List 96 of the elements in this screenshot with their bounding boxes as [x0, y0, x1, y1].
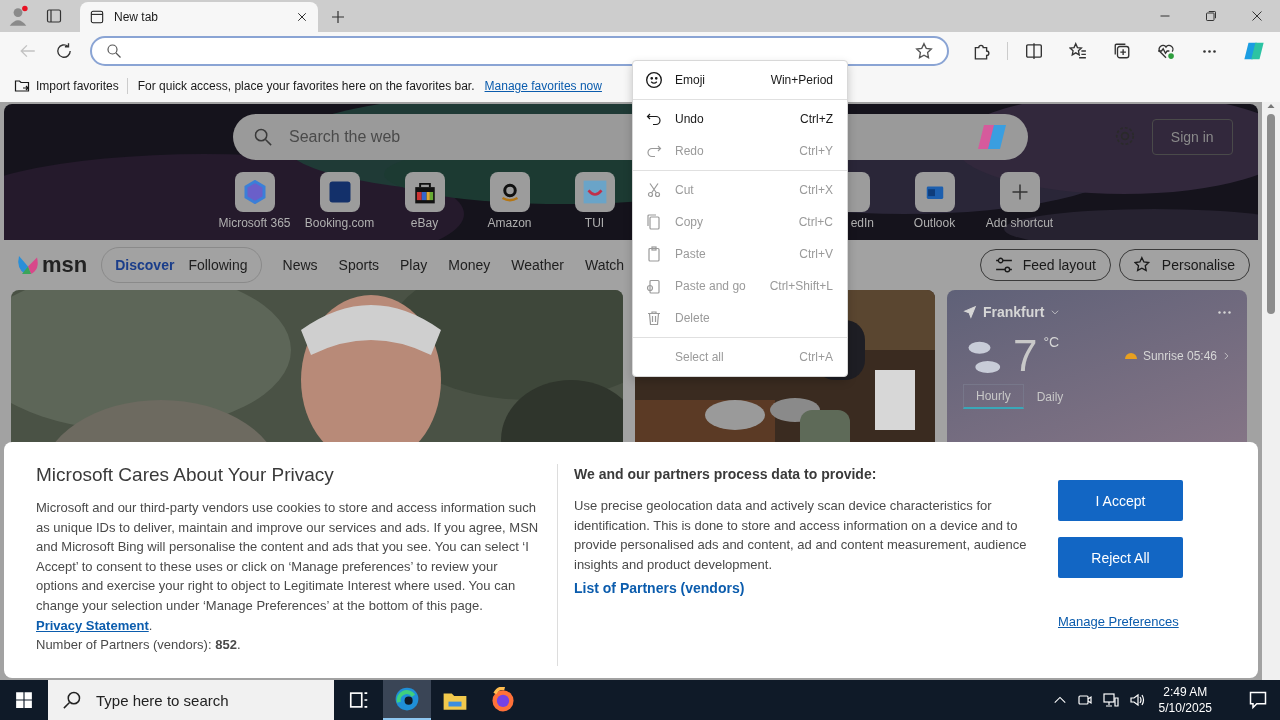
windows-icon — [15, 691, 33, 709]
privacy-statement-link[interactable]: Privacy Statement — [36, 617, 149, 633]
city-name[interactable]: Frankfurt — [983, 304, 1045, 320]
volume-icon — [1128, 692, 1145, 708]
new-tab-page-icon — [90, 10, 104, 24]
star-brush-icon — [1133, 256, 1152, 274]
address-field[interactable] — [89, 36, 949, 66]
heart-pulse-icon — [1157, 42, 1175, 60]
privacy-title: Microsoft Cares About Your Privacy — [36, 464, 335, 486]
import-favorites-button[interactable]: Import favorites — [14, 78, 128, 94]
chevron-down-icon — [1050, 307, 1061, 317]
shortcut-tile[interactable] — [319, 172, 360, 212]
collections-icon — [1113, 42, 1131, 60]
search-icon — [253, 127, 273, 147]
folder-import-icon — [14, 78, 30, 94]
shortcut-label: Amazon — [487, 216, 532, 230]
nav-link[interactable]: Sports — [338, 257, 380, 273]
hexagon-logo-icon — [242, 180, 267, 204]
task-view-icon — [348, 689, 370, 711]
msn-logo-text: msn — [42, 252, 88, 278]
partners-count: Number of Partners (vendors): 852. — [36, 636, 242, 655]
manage-preferences-link[interactable]: Manage Preferences — [1058, 614, 1183, 629]
undo-icon — [646, 111, 662, 127]
taskbar-app[interactable] — [383, 680, 431, 720]
shortcut-tile[interactable] — [574, 172, 615, 212]
refresh-icon — [54, 42, 73, 60]
notifications-icon — [1248, 690, 1268, 710]
favorites-icon — [1069, 42, 1087, 60]
shortcut-label: TUI — [584, 216, 605, 230]
copilot-icon — [1243, 40, 1265, 62]
shortcut-tile[interactable] — [999, 172, 1040, 212]
taskbar-search-field[interactable]: Type here to search — [48, 680, 334, 720]
sliders-icon — [994, 256, 1013, 274]
edge-browser-icon — [394, 686, 420, 712]
camera-icon — [1076, 692, 1093, 708]
manage-favorites-link[interactable]: Manage favorites now — [484, 79, 602, 93]
scroll-up-icon — [1267, 102, 1275, 110]
purposes-text: Use precise geolocation data and actively scan device characteristics for identification. This is done to store and access information on a device and to provide personalised ads and content, ad and content measurement, audience insights and product development. — [574, 497, 1028, 574]
sign-in-button[interactable]: Sign in — [1151, 119, 1233, 155]
scrollbar-thumb[interactable] — [1267, 114, 1275, 314]
accept-button[interactable]: I Accept — [1058, 480, 1183, 521]
browser-tab[interactable]: New tab — [80, 2, 318, 32]
firefox-browser-icon — [490, 687, 516, 713]
scissors-icon — [646, 182, 662, 198]
search-icon — [105, 43, 122, 59]
reject-button[interactable]: Reject All — [1058, 537, 1183, 578]
shortcut-tile[interactable] — [489, 172, 530, 212]
split-screen-icon — [1025, 42, 1043, 60]
clipboard-icon — [646, 246, 662, 262]
sunrise-time: Sunrise 05:46 — [1142, 349, 1217, 363]
menu-item[interactable]: Emoji Win+Period — [633, 64, 847, 96]
restore-icon — [1205, 10, 1217, 22]
back-icon — [18, 42, 37, 60]
smiley-icon — [645, 71, 663, 89]
close-icon — [1251, 10, 1263, 22]
partners-list-link[interactable]: List of Partners (vendors) — [574, 580, 745, 597]
shortcut-label: Add shortcut — [985, 216, 1054, 230]
chevron-right-icon — [1221, 351, 1231, 361]
nav-link[interactable]: News — [282, 257, 318, 273]
nav-link[interactable]: Money — [448, 257, 491, 273]
location-arrow-icon — [963, 305, 977, 319]
feed-tab[interactable]: Discover — [108, 257, 182, 273]
nav-link[interactable]: Watch — [584, 257, 625, 273]
network-icon — [1102, 692, 1119, 708]
tab-actions-icon — [46, 8, 62, 24]
favorites-hint: For quick access, place your favorites here on the favorites bar. — [137, 79, 475, 93]
privacy-text: Microsoft and our third-party vendors use cookies to store and access information such as unique IDs to deliver, maintain and improve our services and ads. If you agree, MSN and Microsoft Bing will personalise the content and ads that you see. You can select ‘I Accept’ to consent to these uses or click on ‘Manage preferences’ to review your options and exercise your right to object to Legitimate Interest where used. You can change your selection under ‘Manage Preferences’ at the bottom of this page. Privacy Statement. — [36, 499, 540, 635]
shortcut-label: edIn — [850, 216, 875, 230]
shortcut-tile[interactable] — [914, 172, 955, 212]
more-icon[interactable] — [1202, 49, 1218, 53]
redo-icon — [646, 143, 662, 159]
temperature: 7 — [1013, 334, 1038, 378]
temperature-unit: °C — [1043, 334, 1060, 350]
shortcut-label: Booking.com — [304, 216, 375, 230]
clock-time[interactable]: 2:49 AM — [1163, 684, 1208, 700]
search-icon — [62, 690, 82, 710]
new-tab-icon — [330, 9, 346, 25]
nav-link[interactable]: Play — [400, 257, 428, 273]
shortcut-label: Outlook — [913, 216, 956, 230]
puzzle-icon — [972, 42, 990, 60]
clock-date[interactable]: 5/10/2025 — [1158, 700, 1212, 716]
shortcut-label: Microsoft 365 — [218, 216, 291, 230]
shortcut-label: eBay — [410, 216, 439, 230]
trash-icon — [646, 310, 662, 326]
nav-link[interactable]: Weather — [511, 257, 564, 273]
profile-icon — [7, 5, 29, 27]
smile-logo-icon — [581, 179, 608, 205]
star-icon — [915, 42, 933, 60]
copy-icon — [646, 214, 662, 230]
purposes-title: We and our partners process data to provide: — [574, 466, 878, 482]
feed-tab[interactable]: Following — [181, 257, 255, 273]
close-icon — [296, 11, 308, 23]
clipboard-search-icon — [646, 278, 662, 294]
shortcut-tile[interactable] — [234, 172, 275, 212]
shortcut-tile[interactable] — [404, 172, 445, 212]
b-logo-icon — [327, 180, 352, 204]
